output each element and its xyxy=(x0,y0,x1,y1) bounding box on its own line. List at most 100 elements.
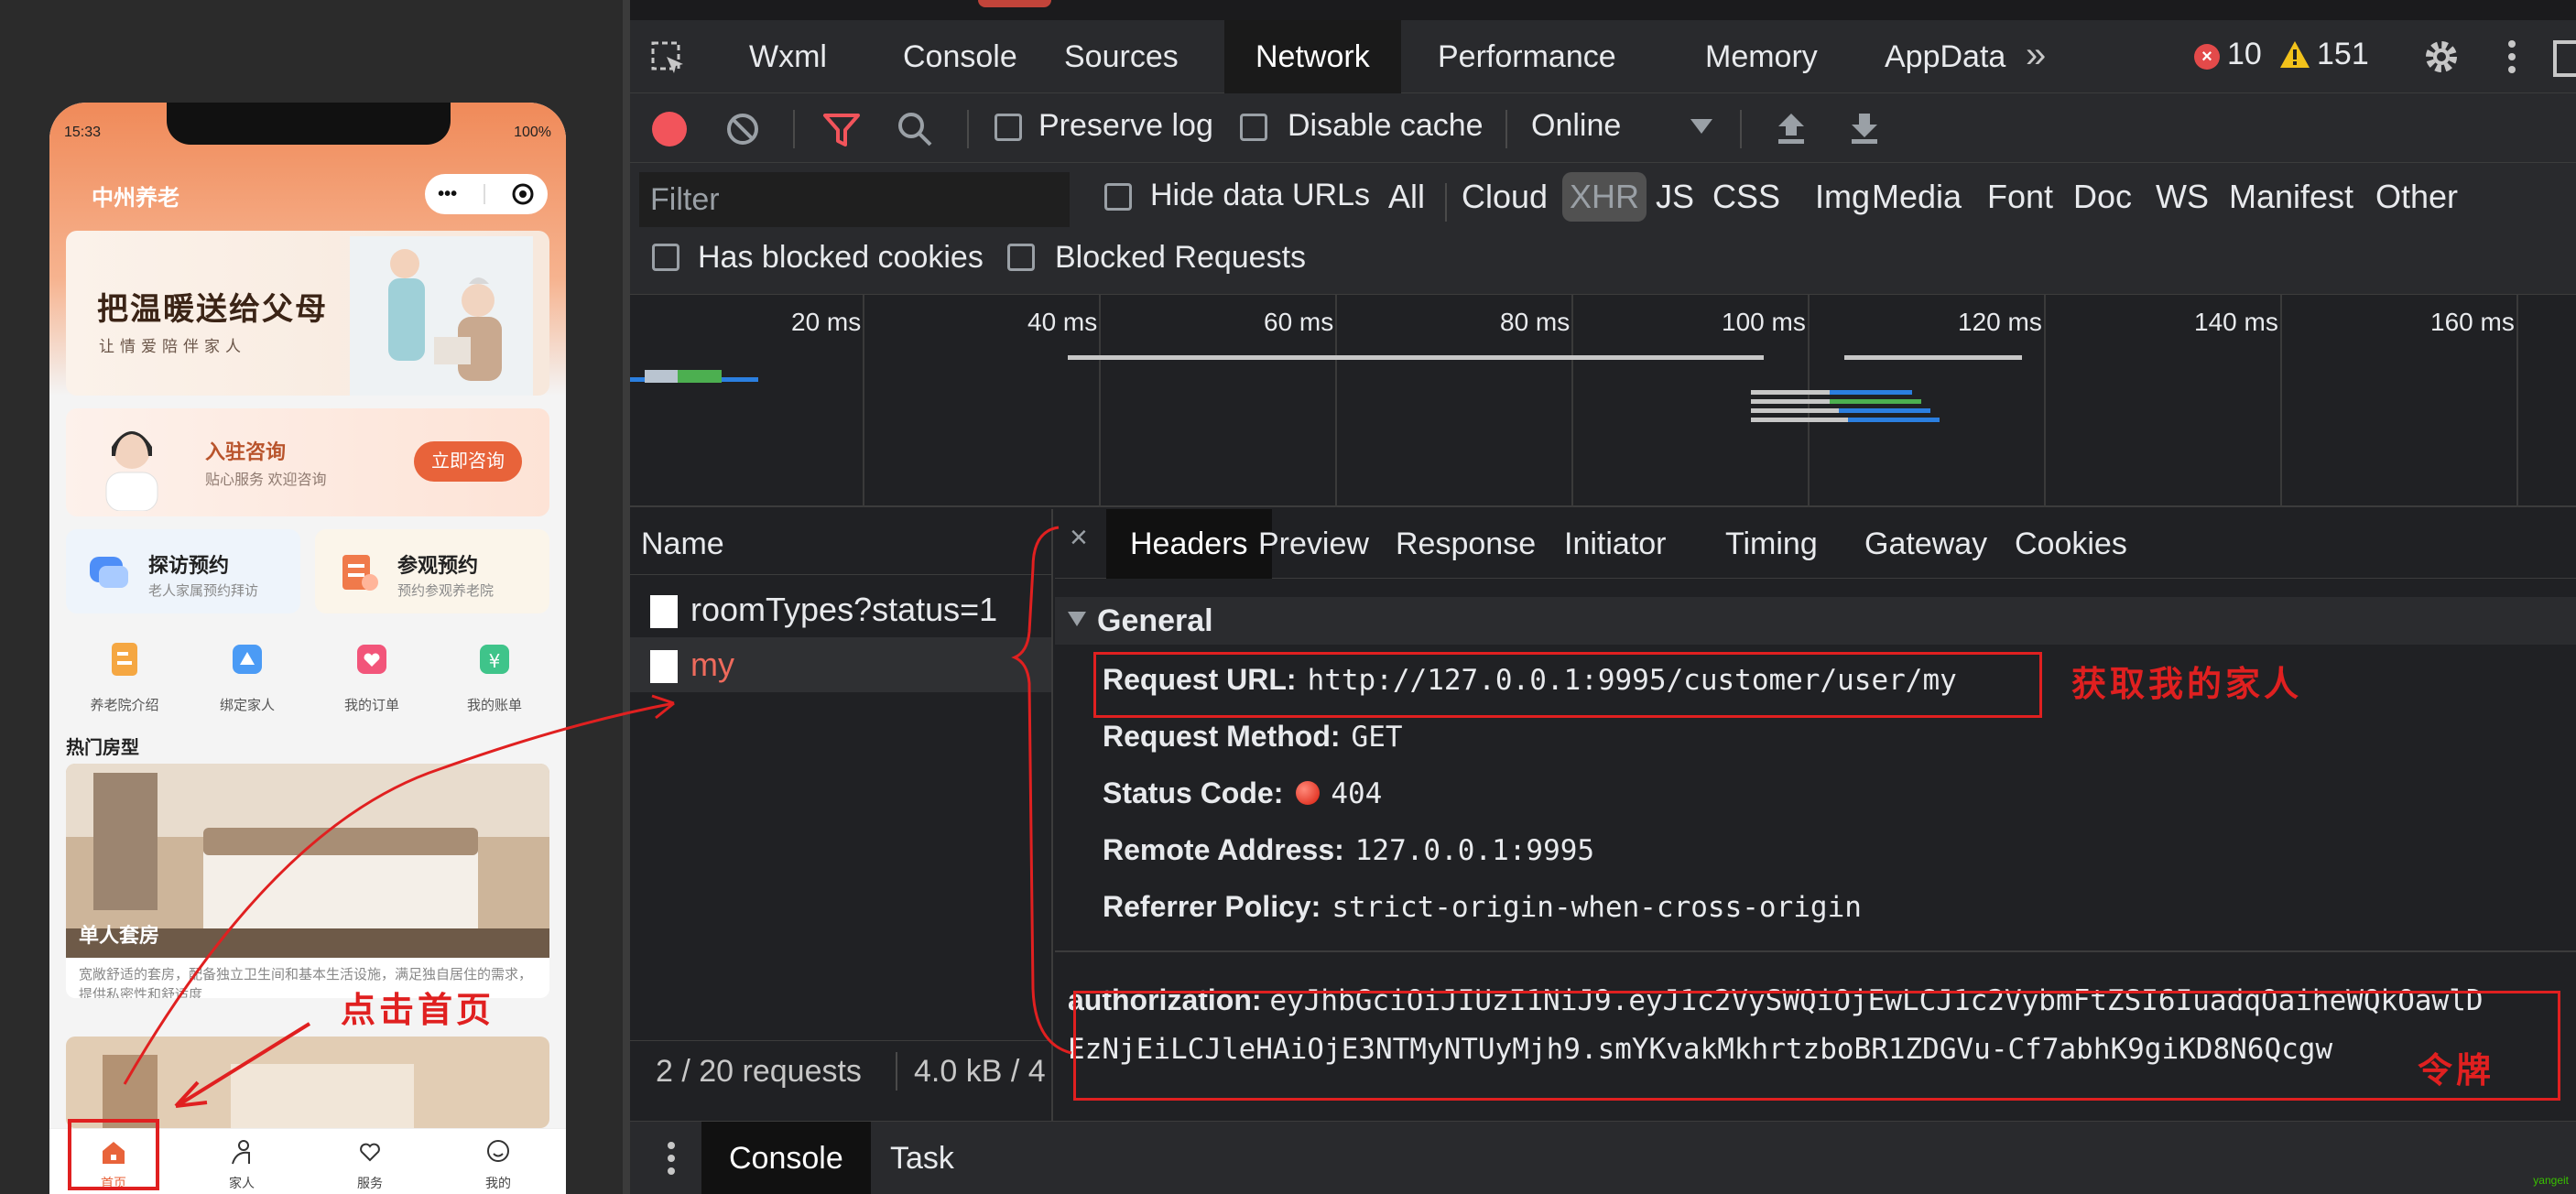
throttling-dropdown-icon[interactable] xyxy=(1690,119,1712,134)
tab-console[interactable]: Console xyxy=(872,20,1049,93)
disable-cache-label: Disable cache xyxy=(1288,108,1484,143)
request-list: Name roomTypes?status=1 my 2 / 20 reques… xyxy=(630,509,1053,1194)
more-tabs-chevron-icon[interactable]: » xyxy=(2026,20,2046,93)
home-banner[interactable]: 把温暖送给父母 让情爱陪伴家人 xyxy=(66,231,549,396)
consult-card[interactable]: 入驻咨询 贴心服务 欢迎咨询 立即咨询 xyxy=(66,408,549,516)
more-icon[interactable]: ••• xyxy=(438,184,457,205)
status-code-key: Status Code: xyxy=(1103,776,1284,809)
error-count[interactable]: 10 xyxy=(2227,37,2262,72)
tour-appointment-card[interactable]: 参观预约 预约参观养老院 xyxy=(315,529,549,613)
throttling-select[interactable]: Online xyxy=(1531,108,1621,144)
filter-input[interactable]: Filter xyxy=(639,172,1070,227)
tab-appdata[interactable]: AppData xyxy=(1853,20,2037,93)
tab-service[interactable]: 服务 xyxy=(324,1138,416,1192)
type-filter-xhr[interactable]: XHR xyxy=(1562,172,1647,222)
detail-tab-preview[interactable]: Preview xyxy=(1234,509,1393,579)
visit-appointment-card[interactable]: 探访预约 老人家属预约拜访 xyxy=(66,529,300,613)
name-column-header[interactable]: Name xyxy=(630,509,1051,575)
consult-now-button[interactable]: 立即咨询 xyxy=(414,441,522,482)
referrer-policy-value: strict-origin-when-cross-origin xyxy=(1331,891,1862,924)
drawer-menu-icon[interactable] xyxy=(667,1138,676,1178)
preserve-log-checkbox[interactable] xyxy=(995,114,1022,141)
drawer-tab-console[interactable]: Console xyxy=(701,1122,871,1194)
request-name: roomTypes?status=1 xyxy=(690,591,998,628)
token-highlight-box xyxy=(1073,991,2560,1101)
hide-data-urls-checkbox[interactable] xyxy=(1104,183,1132,211)
room-card[interactable]: 单人套房 宽敞舒适的套房，配备独立卫生间和基本生活设施，满足独自居住的需求，提供… xyxy=(66,764,549,998)
clear-icon[interactable] xyxy=(725,112,760,147)
network-overview-timeline[interactable]: 20 ms 40 ms 60 ms 80 ms 100 ms 120 ms 14… xyxy=(630,295,2576,507)
request-row-my[interactable]: my xyxy=(630,637,1051,692)
tab-memory[interactable]: Memory xyxy=(1674,20,1849,93)
tab-sources[interactable]: Sources xyxy=(1033,20,1210,93)
inspect-element-icon[interactable] xyxy=(650,40,687,77)
svg-text:¥: ¥ xyxy=(489,650,501,672)
has-blocked-cookies-checkbox[interactable] xyxy=(652,244,679,271)
import-har-icon[interactable] xyxy=(1775,110,1808,147)
grid-item-intro[interactable]: 养老院介绍 xyxy=(70,639,179,722)
grid-label-intro: 养老院介绍 xyxy=(90,698,159,713)
tab-mine-label: 我的 xyxy=(485,1176,511,1190)
detail-tab-initiator[interactable]: Initiator xyxy=(1540,509,1690,579)
caregiver-illustration xyxy=(350,236,533,396)
disable-cache-checkbox[interactable] xyxy=(1240,114,1267,141)
type-filter-img[interactable]: Img xyxy=(1815,178,1870,216)
export-har-icon[interactable] xyxy=(1848,110,1881,147)
request-method-value: GET xyxy=(1351,721,1403,754)
filter-funnel-icon[interactable] xyxy=(822,112,861,148)
home-tab-highlight-box xyxy=(68,1119,159,1190)
warning-count[interactable]: 151 xyxy=(2317,37,2369,72)
type-filter-other[interactable]: Other xyxy=(2375,178,2458,216)
close-target-icon[interactable] xyxy=(511,182,535,206)
type-filter-font[interactable]: Font xyxy=(1987,178,2053,216)
type-filter-cloud[interactable]: Cloud xyxy=(1462,178,1548,216)
status-code-value: 404 xyxy=(1331,777,1383,810)
dock-side-icon[interactable] xyxy=(2553,40,2576,77)
room-photo-2[interactable] xyxy=(66,1037,549,1128)
mini-program-capsule[interactable]: ••• xyxy=(425,174,548,214)
consult-subtitle: 贴心服务 欢迎咨询 xyxy=(205,472,327,488)
timeline-request-bar xyxy=(678,370,722,383)
gear-icon[interactable] xyxy=(2421,37,2462,77)
grid-item-bills[interactable]: ¥ 我的账单 xyxy=(440,639,549,722)
type-filter-manifest[interactable]: Manifest xyxy=(2229,178,2353,216)
tab-wxml[interactable]: Wxml xyxy=(718,20,858,93)
drawer-tab-task[interactable]: Task xyxy=(890,1122,954,1194)
type-filter-css[interactable]: CSS xyxy=(1712,178,1780,216)
error-icon[interactable]: × xyxy=(2194,44,2220,70)
timeline-request-bar xyxy=(1830,399,1921,404)
top-strip-marker xyxy=(978,0,1051,7)
tab-family[interactable]: 家人 xyxy=(196,1138,288,1192)
close-icon[interactable]: × xyxy=(1070,520,1088,556)
detail-tab-gateway[interactable]: Gateway xyxy=(1841,509,2011,579)
grid-label-orders: 我的订单 xyxy=(343,698,399,713)
tab-performance[interactable]: Performance xyxy=(1407,20,1647,93)
type-filter-all[interactable]: All xyxy=(1388,178,1425,216)
type-filter-media[interactable]: Media xyxy=(1872,178,1962,216)
timeline-request-bar xyxy=(1839,408,1930,413)
record-button[interactable] xyxy=(652,112,687,147)
type-filter-doc[interactable]: Doc xyxy=(2073,178,2132,216)
type-filter-ws[interactable]: WS xyxy=(2156,178,2209,216)
panel-splitter[interactable] xyxy=(623,0,630,1194)
general-section-header[interactable]: General xyxy=(1055,597,2576,645)
blocked-requests-checkbox[interactable] xyxy=(1007,244,1035,271)
grid-item-bind-family[interactable]: 绑定家人 xyxy=(192,639,302,722)
banner-subtitle: 让情爱陪伴家人 xyxy=(99,338,246,355)
request-row-roomtypes[interactable]: roomTypes?status=1 xyxy=(630,582,1051,637)
detail-tab-timing[interactable]: Timing xyxy=(1701,509,1842,579)
search-icon[interactable] xyxy=(896,110,934,148)
request-summary-bar: 2 / 20 requests 4.0 kB / 4 xyxy=(630,1040,1053,1101)
user-face-icon xyxy=(487,1140,509,1162)
tab-mine[interactable]: 我的 xyxy=(452,1138,544,1192)
more-options-icon[interactable] xyxy=(2505,37,2518,77)
grid-item-orders[interactable]: 我的订单 xyxy=(317,639,427,722)
timeline-request-bar xyxy=(1848,418,1940,422)
type-filter-js[interactable]: JS xyxy=(1656,178,1694,216)
referrer-policy-row: Referrer Policy: strict-origin-when-cross… xyxy=(1103,890,1862,924)
warning-icon[interactable] xyxy=(2278,38,2311,71)
hot-rooms-title: 热门房型 xyxy=(66,738,139,758)
detail-tab-cookies[interactable]: Cookies xyxy=(1991,509,2151,579)
tab-network[interactable]: Network xyxy=(1224,20,1401,93)
detail-tab-response[interactable]: Response xyxy=(1372,509,1560,579)
